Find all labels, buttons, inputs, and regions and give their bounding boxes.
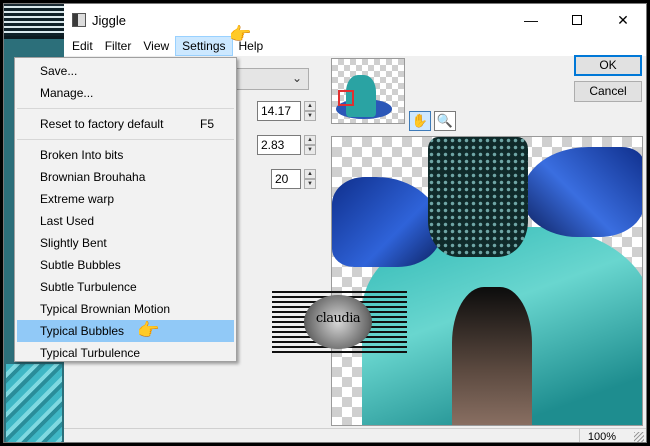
minimize-button[interactable]: — <box>508 4 554 36</box>
zoom-tool-button[interactable]: 🔍 <box>434 111 456 131</box>
spin-down-icon[interactable]: ▼ <box>304 111 316 121</box>
menu-item-manage[interactable]: Manage... <box>17 82 234 104</box>
status-bar: 100% <box>64 428 646 442</box>
window-title: Jiggle <box>92 12 126 28</box>
spinner-3[interactable]: 20 ▲ ▼ <box>271 169 316 189</box>
menu-settings[interactable]: Settings <box>175 36 233 56</box>
title-bar: Jiggle — ✕ <box>64 4 646 36</box>
close-button[interactable]: ✕ <box>600 4 646 36</box>
menu-item-preset-label: Typical Bubbles <box>40 324 125 338</box>
menu-item-preset[interactable]: Broken Into bits <box>17 144 234 166</box>
menu-item-preset[interactable]: Brownian Brouhaha <box>17 166 234 188</box>
pointing-hand-icon: 👉 <box>229 24 252 44</box>
jiggle-window: Jiggle — ✕ Edit Filter View Settings Hel… <box>3 3 647 443</box>
navigator-thumbnail[interactable] <box>331 58 405 124</box>
menu-item-preset[interactable]: Extreme warp <box>17 188 234 210</box>
settings-dropdown-menu: Save... Manage... Reset to factory defau… <box>14 57 237 362</box>
spinner-2-value[interactable]: 2.83 <box>257 135 301 155</box>
menu-item-preset-highlighted[interactable]: Typical Bubbles 👉 <box>17 320 234 342</box>
maximize-button[interactable] <box>554 4 600 36</box>
spinner-3-value[interactable]: 20 <box>271 169 301 189</box>
preview-pane[interactable] <box>331 136 643 426</box>
menu-separator <box>17 108 234 109</box>
menu-item-preset[interactable]: Slightly Bent <box>17 232 234 254</box>
menu-item-reset-label: Reset to factory default <box>40 117 164 131</box>
menu-bar: Edit Filter View Settings Help <box>64 36 646 56</box>
watermark-logo: claudia <box>272 291 407 353</box>
menu-item-preset[interactable]: Subtle Turbulence <box>17 276 234 298</box>
spin-down-icon[interactable]: ▼ <box>304 145 316 155</box>
background-stripes <box>4 6 64 36</box>
menu-filter[interactable]: Filter <box>99 36 138 56</box>
preview-bodice <box>428 137 528 257</box>
spinner-2[interactable]: 2.83 ▲ ▼ <box>257 135 316 155</box>
close-icon: ✕ <box>617 11 629 28</box>
preset-combo[interactable]: ⌄ <box>233 68 309 90</box>
thumbnail-view-rectangle[interactable] <box>338 90 354 106</box>
app-icon <box>72 13 86 27</box>
background-teal-fabric <box>6 364 62 442</box>
ok-button[interactable]: OK <box>574 55 642 76</box>
menu-item-preset[interactable]: Subtle Bubbles <box>17 254 234 276</box>
watermark-text: claudia <box>315 311 361 326</box>
hand-tool-button[interactable]: ✋ <box>409 111 431 131</box>
menu-item-preset[interactable]: Typical Turbulence <box>17 342 234 364</box>
menu-item-preset[interactable]: Typical Brownian Motion <box>17 298 234 320</box>
menu-item-save[interactable]: Save... <box>17 60 234 82</box>
menu-edit[interactable]: Edit <box>66 36 99 56</box>
menu-separator <box>17 139 234 140</box>
status-zoom: 100% <box>578 429 616 442</box>
spin-up-icon[interactable]: ▲ <box>304 101 316 111</box>
chevron-down-icon: ⌄ <box>291 71 302 85</box>
cancel-button[interactable]: Cancel <box>574 81 642 102</box>
spinner-1[interactable]: 14.17 ▲ ▼ <box>257 101 316 121</box>
spin-up-icon[interactable]: ▲ <box>304 169 316 179</box>
spin-up-icon[interactable]: ▲ <box>304 135 316 145</box>
preview-legs <box>452 287 532 425</box>
menu-item-reset-shortcut: F5 <box>199 117 214 131</box>
spin-down-icon[interactable]: ▼ <box>304 179 316 189</box>
resize-grip-icon[interactable] <box>634 432 644 442</box>
menu-view[interactable]: View <box>137 36 175 56</box>
minimize-icon: — <box>524 12 538 28</box>
preview-blue-sleeve-right <box>522 147 642 237</box>
preview-blue-sleeve-left <box>332 177 442 267</box>
menu-item-preset[interactable]: Last Used <box>17 210 234 232</box>
spinner-1-value[interactable]: 14.17 <box>257 101 301 121</box>
menu-item-reset[interactable]: Reset to factory default F5 <box>17 113 234 135</box>
maximize-icon <box>572 15 582 25</box>
hand-icon: ✋ <box>411 113 429 128</box>
zoom-icon: 🔍 <box>436 113 454 128</box>
pointing-hand-icon: 👉 <box>137 320 160 340</box>
